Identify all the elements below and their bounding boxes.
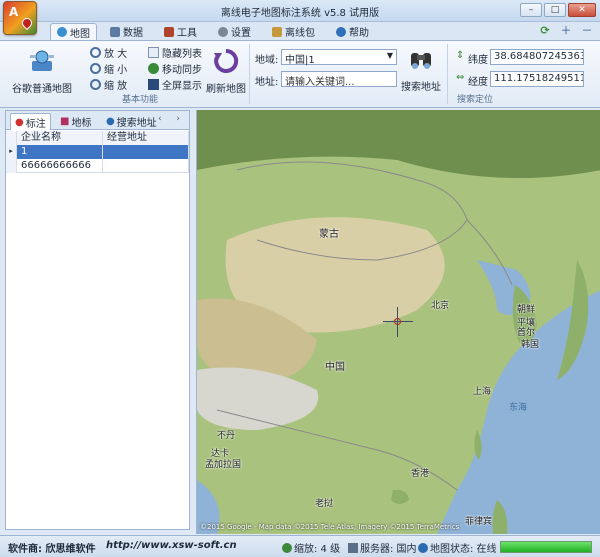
table-row[interactable]: ▸ 1 [6, 145, 189, 159]
zoom-icon [282, 543, 292, 553]
bookmark-icon: ■ [60, 116, 70, 127]
help-icon [336, 26, 346, 37]
website-link[interactable]: http://www.xsw-soft.cn [106, 540, 237, 551]
zoom-out-button[interactable]: 缩 小 [90, 61, 127, 76]
zoom-in-button[interactable]: 放 大 [90, 45, 127, 60]
progress-fill [501, 542, 591, 552]
map-label-south-korea: 韩国 [521, 340, 540, 350]
gear-icon [218, 26, 228, 37]
server-status: 服务器: 国内 [348, 540, 417, 555]
tab-data[interactable]: 数据 [104, 23, 149, 40]
magnifier-plus-icon [90, 47, 101, 58]
package-icon [272, 26, 282, 37]
map-copyright: ©2015 Google - Map data ©2015 Tele Atlas… [200, 523, 460, 531]
map-label-beijing: 北京 [431, 301, 450, 311]
latitude-arrow-icon: ⇕ [456, 50, 465, 61]
tab-markers[interactable]: ● 标注 [10, 113, 51, 130]
address-input[interactable]: 请输入关键词... [281, 71, 397, 87]
close-button[interactable]: ✕ [568, 3, 596, 17]
search-icon: ● [106, 116, 115, 127]
status-bar: 软件商: 欣思维软件 http://www.xsw-soft.cn 缩放: 4 … [0, 535, 600, 557]
tab-settings[interactable]: 设置 [212, 23, 257, 40]
map-label-mongolia: 蒙古 [319, 229, 339, 240]
magnifier-icon [90, 79, 101, 90]
app-logo-icon[interactable]: A [3, 1, 37, 35]
fullscreen-icon [148, 79, 159, 90]
server-icon [348, 543, 358, 553]
table-header: 企业名称 经营地址 [6, 131, 189, 145]
title-bar: 离线电子地图标注系统 v5.8 试用版 – □ ✕ [0, 0, 600, 22]
map-label-bangladesh: 孟加拉国 [205, 460, 242, 470]
map-label-shanghai: 上海 [473, 387, 492, 397]
map-pin-icon [19, 15, 35, 31]
zoom-in-icon[interactable]: ＋ [559, 24, 573, 38]
map-label-north-korea: 朝鲜 [517, 305, 536, 315]
minimize-button[interactable]: – [520, 3, 542, 17]
ribbon-tab-bar: 地图 数据 工具 设置 离线包 帮助 ⟳ ＋ － [0, 22, 600, 40]
column-header-address[interactable]: 经营地址 [103, 131, 189, 145]
load-progress-bar [500, 541, 592, 553]
column-header-name[interactable]: 企业名称 [17, 131, 103, 145]
globe-icon [418, 543, 428, 553]
map-label-china: 中国 [325, 362, 345, 373]
globe-icon [57, 27, 67, 37]
toolbox-icon [164, 26, 174, 37]
hide-list-button[interactable]: 隐藏列表 [148, 45, 202, 60]
marker-list-panel: ● 标注 ■ 地标 ● 搜索地址 ‹ › 企业名称 经营地址 ▸ 1 66666… [5, 110, 190, 530]
tab-map[interactable]: 地图 [50, 23, 97, 40]
longitude-arrow-icon: ⇔ [456, 72, 465, 83]
ribbon: 谷歌普通地图 放 大 缩 小 缩 放 隐藏列表 移动同步 全屏显示 刷新地图 基… [0, 40, 600, 108]
row-marker-icon: ▸ [6, 145, 17, 159]
center-marker-icon [394, 318, 401, 325]
tab-search-address[interactable]: ● 搜索地址 [102, 113, 161, 130]
map-label-east-sea: 东海 [509, 403, 528, 413]
list-icon [148, 47, 159, 58]
map-type-button[interactable]: 谷歌普通地图 [8, 47, 76, 95]
refresh-map-button[interactable]: 刷新地图 [204, 47, 248, 95]
longitude-field[interactable]: 111.175182495117 [490, 71, 584, 87]
maximize-button[interactable]: □ [544, 3, 566, 17]
move-sync-button[interactable]: 移动同步 [148, 61, 202, 76]
grid-icon [110, 26, 120, 37]
tab-landmarks[interactable]: ■ 地标 [56, 113, 95, 130]
satellite-icon [30, 50, 54, 71]
window-title: 离线电子地图标注系统 v5.8 试用版 [220, 8, 380, 19]
refresh-icon[interactable]: ⟳ [538, 24, 552, 38]
map-pin-icon: ● [15, 116, 24, 128]
region-select[interactable]: 中国|1 ▼ [281, 49, 397, 66]
map-status: 地图状态: 在线 [418, 540, 497, 555]
zoom-level: 缩放: 4 级 [282, 540, 340, 555]
panel-tabs: ● 标注 ■ 地标 ● 搜索地址 ‹ › [6, 111, 189, 130]
tab-scroll-arrows[interactable]: ‹ › [158, 114, 186, 124]
latitude-field[interactable]: 38.6848072453636 [490, 49, 584, 65]
map-label-philippines: 菲律宾 [465, 517, 493, 527]
chevron-down-icon: ▼ [386, 51, 393, 60]
window-controls: – □ ✕ [520, 3, 596, 17]
tab-help[interactable]: 帮助 [330, 23, 375, 40]
table-row[interactable]: 66666666666 [6, 159, 189, 173]
search-address-button[interactable]: 搜索地址 [400, 45, 442, 93]
map-label-laos: 老挝 [315, 499, 334, 509]
binoculars-icon [411, 53, 431, 69]
zoom-pan-button[interactable]: 缩 放 [90, 77, 127, 92]
magnifier-minus-icon [90, 63, 101, 74]
vendor-text: 软件商: 欣思维软件 [8, 544, 96, 555]
map-view[interactable]: 蒙古 中国 北京 朝鲜 平壤 首尔 韩国 上海 东海 不丹 达卡 孟加拉国 香港… [196, 110, 600, 534]
quick-tools: ⟳ ＋ － [538, 24, 594, 38]
zoom-out-icon[interactable]: － [580, 24, 594, 38]
fullscreen-button[interactable]: 全屏显示 [148, 77, 202, 92]
move-icon [148, 63, 159, 74]
tab-tools[interactable]: 工具 [158, 23, 203, 40]
marker-table: 企业名称 经营地址 ▸ 1 66666666666 [6, 131, 189, 173]
map-label-bhutan: 不丹 [217, 431, 236, 441]
tab-offline-package[interactable]: 离线包 [266, 23, 321, 40]
refresh-icon [214, 48, 239, 73]
map-label-hong-kong: 香港 [411, 469, 430, 479]
